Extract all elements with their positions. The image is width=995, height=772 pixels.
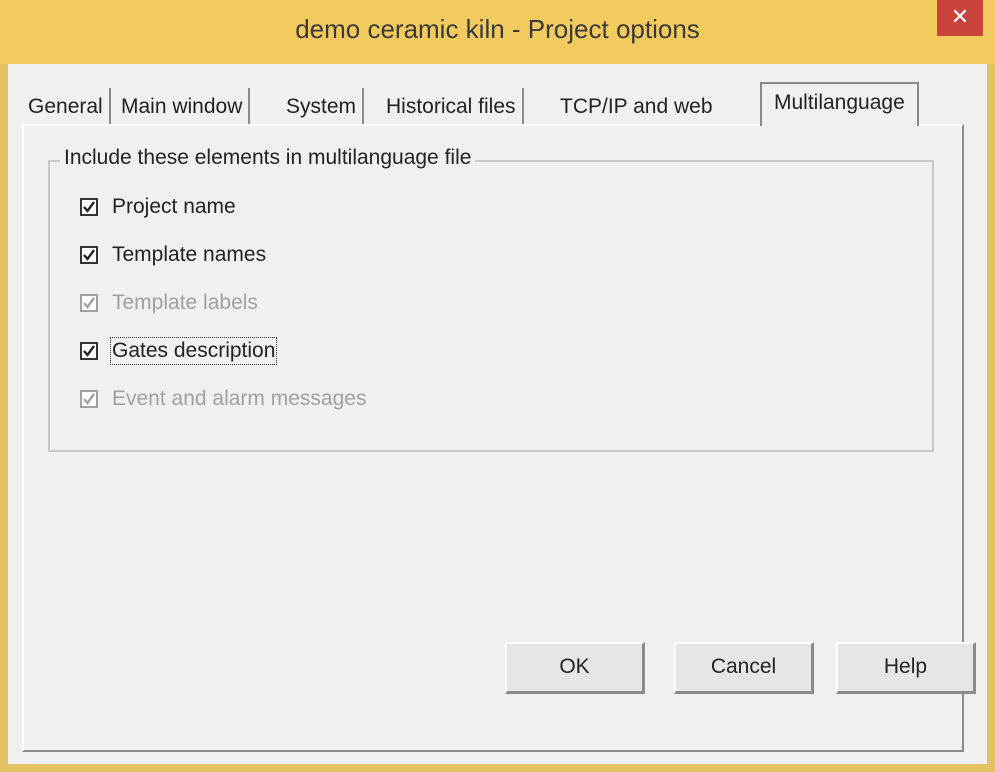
checkmark-icon [83, 297, 95, 309]
checkmark-icon [83, 201, 95, 213]
checkbox-label: Template labels [112, 291, 258, 314]
tab-system[interactable]: System [280, 88, 365, 126]
checkbox-label[interactable]: Template names [112, 243, 266, 267]
close-button[interactable]: ✕ [937, 0, 983, 36]
close-icon[interactable]: ✕ [951, 4, 969, 29]
cancel-button[interactable]: Cancel [674, 642, 814, 694]
tab-historical-files[interactable]: Historical files [380, 88, 524, 126]
checkbox-label[interactable]: Gates description [109, 337, 278, 365]
tab-tcpip-and-web[interactable]: TCP/IP and web [554, 88, 719, 126]
multilanguage-elements-group: Include these elements in multilanguage … [48, 146, 934, 452]
checkbox-box[interactable] [80, 246, 98, 264]
checkbox-box [80, 294, 98, 312]
project-name-checkbox[interactable]: Project name [80, 192, 236, 222]
checkbox-label: Event and alarm messages [112, 387, 367, 410]
tab-strip: General Main window System Historical fi… [22, 82, 972, 126]
checkbox-box[interactable] [80, 198, 98, 216]
title-bar[interactable]: demo ceramic kiln - Project options ✕ [0, 0, 995, 64]
window-title: demo ceramic kiln - Project options [295, 14, 700, 44]
gates-description-checkbox[interactable]: Gates description [80, 336, 278, 366]
template-labels-checkbox: Template labels [80, 288, 258, 318]
checkbox-label[interactable]: Project name [112, 195, 236, 219]
checkbox-box[interactable] [80, 342, 98, 360]
checkmark-icon [83, 249, 95, 261]
group-label: Include these elements in multilanguage … [60, 146, 476, 170]
checkmark-icon [83, 393, 95, 405]
ok-button[interactable]: OK [505, 642, 645, 694]
tab-main-window[interactable]: Main window [115, 88, 251, 126]
tab-multilanguage[interactable]: Multilanguage [760, 82, 919, 126]
checkbox-box [80, 390, 98, 408]
multilanguage-tab-panel: Include these elements in multilanguage … [22, 124, 964, 752]
help-button[interactable]: Help [836, 642, 976, 694]
event-and-alarm-messages-checkbox: Event and alarm messages [80, 384, 366, 414]
checkmark-icon [83, 345, 95, 357]
tab-general[interactable]: General [22, 88, 111, 126]
project-options-dialog: demo ceramic kiln - Project options ✕ Ge… [0, 0, 995, 772]
template-names-checkbox[interactable]: Template names [80, 240, 266, 270]
